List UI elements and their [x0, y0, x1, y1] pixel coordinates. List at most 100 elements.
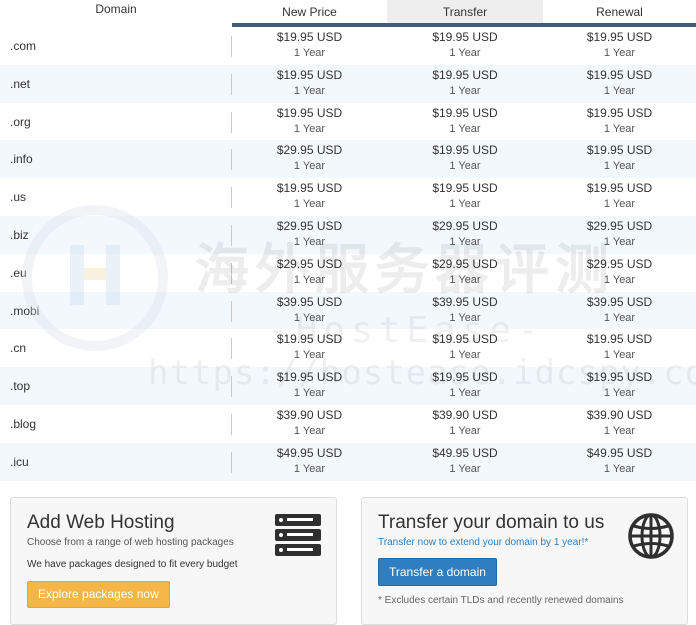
- renewal-cell: $19.95 USD 1 Year: [543, 142, 696, 174]
- term-value: 1 Year: [293, 273, 326, 286]
- new-price-cell: $39.90 USD 1 Year: [232, 407, 387, 439]
- table-header: Domain New Price Transfer Renewal: [0, 0, 696, 27]
- table-row: .com $19.95 USD 1 Year $19.95 USD 1 Year $19.…: [0, 27, 696, 65]
- table-row: .top $19.95 USD 1 Year $19.95 USD 1 Year $19.…: [0, 367, 696, 405]
- price-value: $19.95 USD: [432, 370, 498, 385]
- transfer-cell: $39.90 USD 1 Year: [387, 407, 543, 439]
- transfer-domain-card: Transfer your domain to us Transfer now …: [361, 497, 688, 625]
- new-price-cell: $19.95 USD 1 Year: [232, 105, 387, 137]
- price-value: $19.95 USD: [432, 143, 498, 158]
- term-value: 1 Year: [603, 387, 636, 400]
- renewal-cell: $19.95 USD 1 Year: [543, 180, 696, 212]
- price-value: $39.95 USD: [586, 294, 653, 309]
- transfer-cell: $19.95 USD 1 Year: [387, 369, 543, 401]
- table-body: .com $19.95 USD 1 Year $19.95 USD 1 Year $19.…: [0, 27, 696, 481]
- term-value: 1 Year: [293, 84, 326, 97]
- new-price-cell: $29.95 USD 1 Year: [232, 256, 387, 288]
- tld-label: .info: [10, 152, 33, 167]
- price-value: $29.95 USD: [276, 256, 343, 271]
- hosting-card-subtitle: Choose from a range of web hosting packa…: [27, 537, 234, 548]
- term-value: 1 Year: [293, 160, 326, 173]
- price-value: $19.95 USD: [586, 105, 653, 120]
- term-value: 1 Year: [449, 349, 481, 362]
- renewal-cell: $19.95 USD 1 Year: [543, 29, 696, 61]
- tld-label: .eu: [10, 265, 27, 280]
- renewal-cell: $29.95 USD 1 Year: [543, 256, 696, 288]
- hosting-card-title: Add Web Hosting: [27, 512, 175, 533]
- term-value: 1 Year: [603, 311, 636, 324]
- price-value: $39.90 USD: [276, 407, 343, 422]
- term-value: 1 Year: [603, 424, 636, 437]
- term-value: 1 Year: [449, 122, 481, 135]
- price-value: $19.95 USD: [432, 30, 498, 44]
- table-row: .blog $39.90 USD 1 Year $39.90 USD 1 Year $39…: [0, 405, 696, 443]
- term-value: 1 Year: [293, 235, 326, 248]
- renewal-cell: $39.95 USD 1 Year: [543, 294, 696, 326]
- price-value: $49.95 USD: [586, 445, 653, 460]
- renewal-cell: $29.95 USD 1 Year: [543, 218, 696, 250]
- term-value: 1 Year: [603, 122, 636, 135]
- price-value: $19.95 USD: [586, 143, 653, 158]
- term-value: 1 Year: [293, 198, 326, 211]
- term-value: 1 Year: [293, 349, 326, 362]
- term-value: 1 Year: [293, 311, 326, 324]
- price-value: $49.95 USD: [432, 445, 498, 460]
- term-value: 1 Year: [449, 198, 481, 211]
- term-value: 1 Year: [603, 198, 636, 211]
- header-renewal: Renewal: [543, 0, 696, 27]
- term-value: 1 Year: [449, 235, 481, 248]
- renewal-cell: $19.95 USD 1 Year: [543, 369, 696, 401]
- header-domain: Domain: [95, 2, 137, 16]
- transfer-cell: $29.95 USD 1 Year: [387, 218, 543, 250]
- server-icon: [275, 514, 321, 556]
- price-value: $19.95 USD: [276, 181, 343, 196]
- renewal-cell: $49.95 USD 1 Year: [543, 445, 696, 477]
- new-price-cell: $19.95 USD 1 Year: [232, 67, 387, 99]
- table-row: .cn $19.95 USD 1 Year $19.95 USD 1 Year $19.9…: [0, 329, 696, 367]
- transfer-cell: $49.95 USD 1 Year: [387, 445, 543, 477]
- transfer-domain-button[interactable]: Transfer a domain: [378, 558, 497, 586]
- term-value: 1 Year: [449, 424, 481, 437]
- price-value: $19.95 USD: [586, 67, 653, 82]
- transfer-cell: $19.95 USD 1 Year: [387, 331, 543, 363]
- price-value: $29.95 USD: [586, 256, 653, 271]
- tld-label: .net: [10, 76, 31, 91]
- price-value: $19.95 USD: [586, 332, 653, 347]
- tld-label: .icu: [10, 454, 29, 469]
- term-value: 1 Year: [449, 387, 481, 400]
- term-value: 1 Year: [449, 160, 481, 173]
- term-value: 1 Year: [449, 84, 481, 97]
- term-value: 1 Year: [603, 273, 636, 286]
- term-value: 1 Year: [603, 47, 636, 59]
- term-value: 1 Year: [603, 462, 636, 475]
- explore-packages-button[interactable]: Explore packages now: [27, 581, 170, 608]
- price-value: $19.95 USD: [276, 105, 343, 120]
- term-value: 1 Year: [449, 311, 481, 324]
- new-price-cell: $19.95 USD 1 Year: [232, 29, 387, 61]
- term-value: 1 Year: [449, 462, 481, 475]
- new-price-cell: $19.95 USD 1 Year: [232, 369, 387, 401]
- add-web-hosting-card: Add Web Hosting Choose from a range of w…: [10, 497, 337, 625]
- header-transfer: Transfer: [387, 0, 543, 27]
- price-value: $49.95 USD: [276, 445, 343, 460]
- term-value: 1 Year: [293, 122, 326, 135]
- price-value: $19.95 USD: [586, 30, 653, 44]
- new-price-cell: $49.95 USD 1 Year: [232, 445, 387, 477]
- table-row: .net $19.95 USD 1 Year $19.95 USD 1 Year $19.…: [0, 64, 696, 103]
- new-price-cell: $39.95 USD 1 Year: [232, 294, 387, 326]
- tld-label: .org: [10, 114, 31, 129]
- term-value: 1 Year: [603, 160, 636, 173]
- table-row: .biz $29.95 USD 1 Year $29.95 USD 1 Year $29.…: [0, 215, 696, 254]
- price-value: $39.95 USD: [276, 294, 343, 309]
- transfer-cell: $19.95 USD 1 Year: [387, 29, 543, 61]
- new-price-cell: $19.95 USD 1 Year: [232, 180, 387, 212]
- price-value: $19.95 USD: [586, 181, 653, 196]
- transfer-card-note: * Excludes certain TLDs and recently ren…: [378, 595, 624, 606]
- term-value: 1 Year: [603, 84, 636, 97]
- table-row: .org $19.95 USD 1 Year $19.95 USD 1 Year $19.…: [0, 103, 696, 141]
- price-value: $19.95 USD: [276, 30, 343, 44]
- hosting-card-body: We have packages designed to fit every b…: [27, 559, 238, 570]
- tld-label: .cn: [10, 341, 27, 356]
- tld-label: .top: [10, 379, 31, 394]
- price-value: $39.90 USD: [586, 407, 653, 422]
